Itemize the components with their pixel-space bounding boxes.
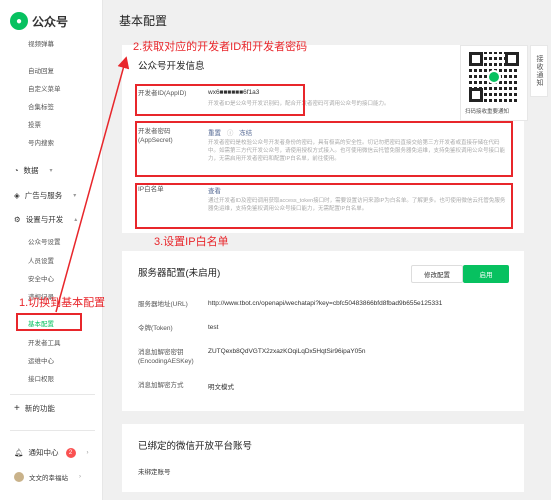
annotation-arrows xyxy=(55,56,130,313)
annotation-arrow xyxy=(55,56,130,313)
